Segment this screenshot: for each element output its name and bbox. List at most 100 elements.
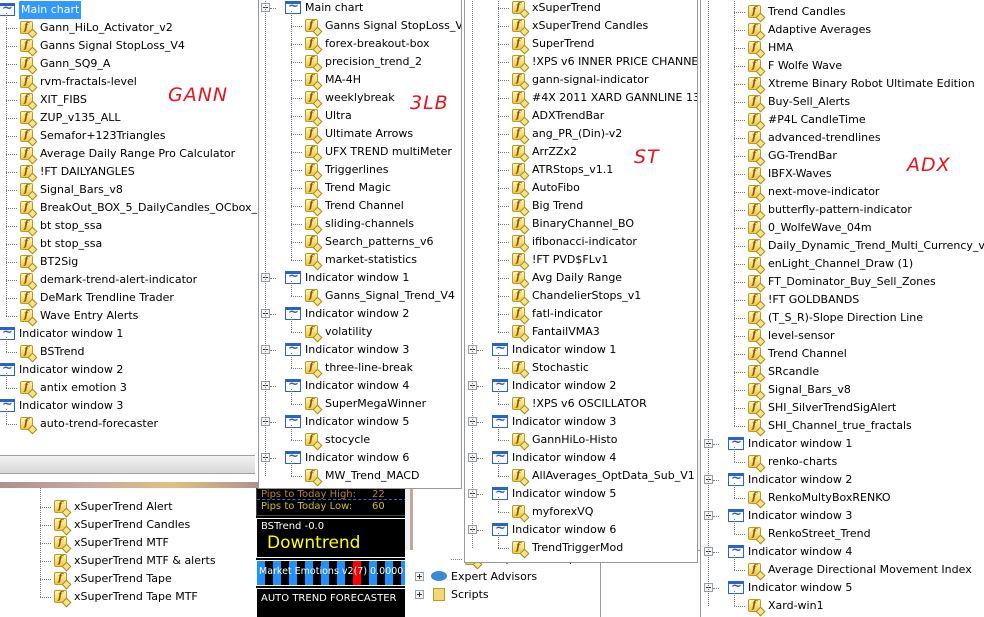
tree-item-indicator[interactable]: antix emotion 3 bbox=[0, 379, 258, 397]
tree-item-indicator[interactable]: Buy-Sell_Alerts bbox=[701, 93, 984, 111]
tree-item-indicator[interactable]: Average Directional Movement Index bbox=[701, 561, 984, 579]
tree-item-indicator[interactable]: fatl-indicator bbox=[465, 305, 697, 323]
tree-item-indicator[interactable]: BT2Sig bbox=[0, 253, 258, 271]
tree-node-indicator-window[interactable]: Indicator window 1 bbox=[701, 434, 984, 453]
tree-item-indicator[interactable]: ifibonacci-indicator bbox=[465, 233, 697, 251]
tree-node-indicator-window[interactable]: Indicator window 2 bbox=[701, 470, 984, 489]
tree-item-indicator[interactable]: !XPS v6 OSCILLATOR bbox=[465, 395, 697, 413]
tree-item-indicator[interactable]: ATRStops_v1.1 bbox=[465, 161, 697, 179]
tree-item-indicator[interactable]: Trend Candles bbox=[701, 3, 984, 21]
tree-item-indicator[interactable]: Trend Magic bbox=[259, 179, 461, 197]
tree-node-indicator-window[interactable]: Indicator window 6 bbox=[259, 448, 461, 467]
tree-node-indicator-window[interactable]: Indicator window 4 bbox=[259, 376, 461, 395]
tree-node-indicator-window[interactable]: Indicator window 1 bbox=[259, 268, 461, 287]
tree-item-indicator[interactable]: three-line-break bbox=[259, 359, 461, 377]
tree-item-indicator[interactable]: auto-trend-forecaster bbox=[0, 415, 258, 433]
tree-item-indicator[interactable]: Xard-win1 bbox=[701, 597, 984, 615]
tree-item-indicator[interactable]: volatility bbox=[259, 323, 461, 341]
tree-item-indicator[interactable]: UFX TREND multiMeter bbox=[259, 143, 461, 161]
tree-node-indicator-window[interactable]: Indicator window 2 bbox=[465, 376, 697, 395]
tree-item-indicator[interactable]: forex-breakout-box bbox=[259, 35, 461, 53]
tree-item-indicator[interactable]: xSuperTrend Alert bbox=[0, 498, 245, 516]
tree-item-indicator[interactable]: !FT GOLDBANDS bbox=[701, 291, 984, 309]
tree-item-indicator[interactable]: !XPS v6 INNER PRICE CHANNEL bbox=[465, 53, 697, 71]
tree-item-indicator[interactable]: Ganns Signal StopLoss_V4 bbox=[0, 37, 258, 55]
tree-item-indicator[interactable]: !FT PVD$FLv1 bbox=[465, 251, 697, 269]
tree-item-indicator[interactable]: SuperTrend bbox=[465, 35, 697, 53]
tree-node-indicator-window[interactable]: Indicator window 5 bbox=[465, 484, 697, 503]
tree-item-indicator[interactable]: Stochastic bbox=[465, 359, 697, 377]
tree-item-indicator[interactable]: MA-4H bbox=[259, 71, 461, 89]
tree-node-main-chart[interactable]: Main chart bbox=[259, 0, 461, 17]
tree-item-indicator[interactable]: Ultimate Arrows bbox=[259, 125, 461, 143]
tree-item-indicator[interactable]: demark-trend-alert-indicator bbox=[0, 271, 258, 289]
tree-node-indicator-window[interactable]: Indicator window 6 bbox=[465, 520, 697, 539]
tree-item-indicator[interactable]: ArrZZx2 bbox=[465, 143, 697, 161]
tree-item-indicator[interactable]: Trend Channel bbox=[701, 345, 984, 363]
tree-item-indicator[interactable]: xSuperTrend bbox=[465, 0, 697, 17]
tree-node-indicator-window[interactable]: Indicator window 5 bbox=[259, 412, 461, 431]
tree-item-indicator[interactable]: Triggerlines bbox=[259, 161, 461, 179]
tree-item-indicator[interactable]: market-statistics bbox=[259, 251, 461, 269]
tree-item-indicator[interactable]: MW_Trend_MACD bbox=[259, 467, 461, 485]
tree-item-indicator[interactable]: Gann_HiLo_Activator_v2 bbox=[0, 19, 258, 37]
tree-item-indicator[interactable]: butterfly-pattern-indicator bbox=[701, 201, 984, 219]
tree-item-indicator[interactable]: (T_S_R)-Slope Direction Line bbox=[701, 309, 984, 327]
tree-item-indicator[interactable]: enLight_Channel_Draw (1) bbox=[701, 255, 984, 273]
tree-item-indicator[interactable]: bt stop_ssa bbox=[0, 217, 258, 235]
tree-item-indicator[interactable]: AllAverages_OptData_Sub_V1 bbox=[465, 467, 697, 485]
tree-item-indicator[interactable]: ang_PR_(Din)-v2 bbox=[465, 125, 697, 143]
tree-node-indicator-window[interactable]: Indicator window 4 bbox=[701, 542, 984, 561]
tree-item-indicator[interactable]: DeMark Trendline Trader bbox=[0, 289, 258, 307]
tree-item-indicator[interactable]: FT_Dominator_Buy_Sell_Zones bbox=[701, 273, 984, 291]
tree-item-indicator[interactable]: GannHiLo-Histo bbox=[465, 431, 697, 449]
tree-item-indicator[interactable]: ChandelierStops_v1 bbox=[465, 287, 697, 305]
expand-toggle-icon[interactable] bbox=[415, 572, 424, 581]
tree-item-indicator[interactable]: AutoFibo bbox=[465, 179, 697, 197]
horizontal-scrollbar[interactable] bbox=[0, 455, 255, 474]
tree-node-indicator-window[interactable]: Indicator window 5 bbox=[701, 578, 984, 597]
tree-item-indicator[interactable]: SHI_SilverTrendSigAlert bbox=[701, 399, 984, 417]
tree-item-indicator[interactable]: Ganns_Signal_Trend_V4 bbox=[259, 287, 461, 305]
tree-item-indicator[interactable]: HMA bbox=[701, 39, 984, 57]
tree-item-indicator[interactable]: renko-charts bbox=[701, 453, 984, 471]
tree-node-indicator-window[interactable]: Indicator window 4 bbox=[465, 448, 697, 467]
expand-toggle-icon[interactable] bbox=[415, 590, 424, 599]
tree-node-indicator-window[interactable]: Indicator window 3 bbox=[465, 412, 697, 431]
tree-item-indicator[interactable]: Ganns Signal StopLoss_V4 bbox=[259, 17, 461, 35]
tree-item-indicator[interactable]: Signal_Bars_v8 bbox=[0, 181, 258, 199]
tree-item-indicator[interactable]: Xtreme Binary Robot Ultimate Edition bbox=[701, 75, 984, 93]
tree-node-indicator-window[interactable]: Indicator window 1 bbox=[465, 340, 697, 359]
tree-item-indicator[interactable]: #4X 2011 XARD GANNLINE 13 bbox=[465, 89, 697, 107]
tree-node-indicator-window[interactable]: Indicator window 3 bbox=[701, 506, 984, 525]
tree-item-indicator[interactable]: xSuperTrend MTF bbox=[0, 534, 245, 552]
tree-node-indicator-window[interactable]: Indicator window 2 bbox=[259, 304, 461, 323]
tree-item-indicator[interactable]: BreakOut_BOX_5_DailyCandles_OCbox_indic bbox=[0, 199, 258, 217]
tree-item-indicator[interactable]: F Wolfe Wave bbox=[701, 57, 984, 75]
tree-item-indicator[interactable]: Avg Daily Range bbox=[465, 269, 697, 287]
tree-item-indicator[interactable]: 0_WolfeWave_04m bbox=[701, 219, 984, 237]
tree-item-indicator[interactable]: BinaryChannel_BO bbox=[465, 215, 697, 233]
tree-item-indicator[interactable]: gann-signal-indicator bbox=[465, 71, 697, 89]
tree-item-indicator[interactable]: stocycle bbox=[259, 431, 461, 449]
tree-item-indicator[interactable]: Adaptive Averages bbox=[701, 21, 984, 39]
tree-item-indicator[interactable]: myforexVQ bbox=[465, 503, 697, 521]
tree-item-indicator[interactable]: FantailVMA3 bbox=[465, 323, 697, 341]
tree-item-indicator[interactable]: Daily_Dynamic_Trend_Multi_Currency_v4 bbox=[701, 237, 984, 255]
tree-item-indicator[interactable]: xSuperTrend Tape MTF bbox=[0, 588, 245, 606]
tree-item-indicator[interactable]: BSTrend bbox=[0, 343, 258, 361]
tree-item-indicator[interactable]: SHI_Channel_true_fractals bbox=[701, 417, 984, 435]
tree-item-indicator[interactable]: ZUP_v135_ALL bbox=[0, 109, 258, 127]
tree-item-indicator[interactable]: bt stop_ssa bbox=[0, 235, 258, 253]
tree-item-indicator[interactable]: next-move-indicator bbox=[701, 183, 984, 201]
tree-node-indicator-window[interactable]: Indicator window 3 bbox=[259, 340, 461, 359]
tree-item-indicator[interactable]: #P4L CandleTime bbox=[701, 111, 984, 129]
tree-item-indicator[interactable]: SuperMegaWinner bbox=[259, 395, 461, 413]
tree-item-indicator[interactable]: Average Daily Range Pro Calculator bbox=[0, 145, 258, 163]
tree-item-indicator[interactable]: Wave Entry Alerts bbox=[0, 307, 258, 325]
tree-item-indicator[interactable]: xSuperTrend Candles bbox=[465, 17, 697, 35]
tree-node-indicator-window[interactable]: Indicator window 2 bbox=[0, 360, 258, 379]
tree-item-indicator[interactable]: Search_patterns_v6 bbox=[259, 233, 461, 251]
tree-item-indicator[interactable]: xSuperTrend MTF & alerts bbox=[0, 552, 245, 570]
tree-item-indicator[interactable]: !FT DAILYANGLES bbox=[0, 163, 258, 181]
